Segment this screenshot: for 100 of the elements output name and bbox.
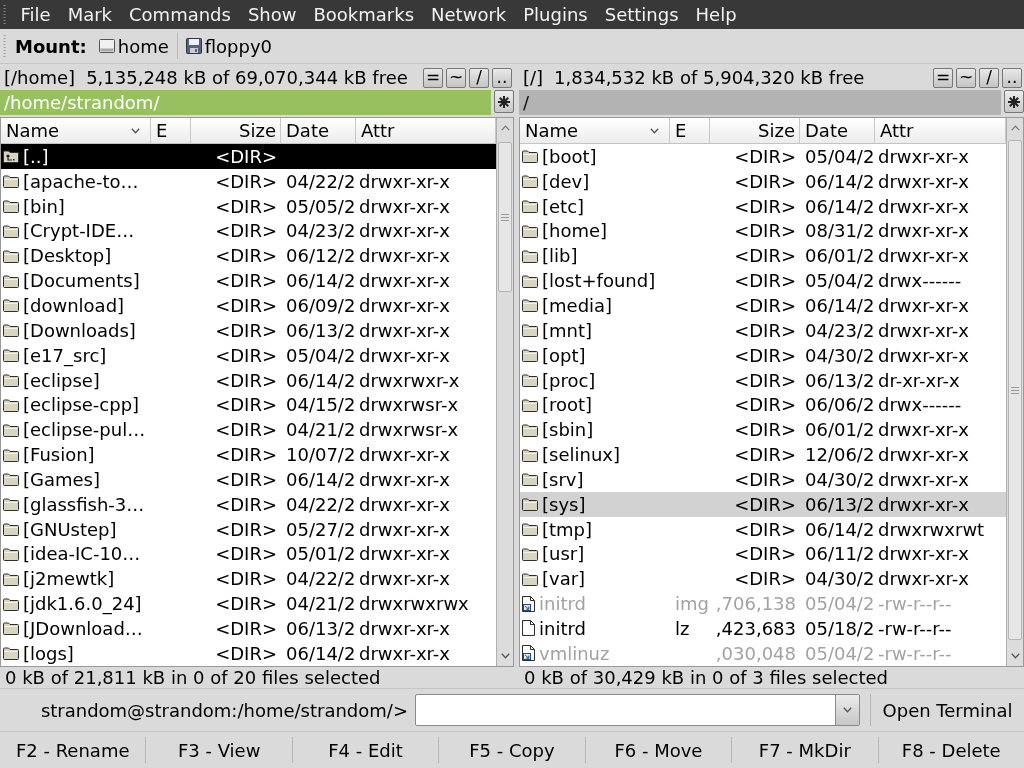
file-name: [lost+found]	[542, 270, 656, 292]
menu-item[interactable]: Help	[687, 0, 746, 29]
path-bar[interactable]: /	[519, 90, 1001, 115]
nav-button[interactable]: ..	[1002, 67, 1022, 88]
file-row[interactable]: [eclipse] <DIR> 06/14/2 drwxrwxr-x	[1, 367, 496, 393]
function-key-button[interactable]: F5 - Copy	[439, 732, 585, 768]
scrollbar-thumb[interactable]	[498, 142, 512, 292]
file-row[interactable]: [usr] <DIR> 06/11/2 drwxr-xr-x	[520, 541, 1006, 567]
file-attributes: drwxr-xr-x	[359, 444, 450, 466]
file-row[interactable]: [srv] <DIR> 04/30/2 drwxr-xr-x	[520, 466, 1006, 492]
folder-icon	[522, 348, 538, 363]
folder-icon	[522, 522, 538, 537]
file-row[interactable]: [Desktop] <DIR> 06/12/2 drwxr-xr-x	[1, 243, 496, 269]
file-row[interactable]: [dev] <DIR> 06/14/2 drwxr-xr-x	[520, 168, 1006, 194]
menu-item[interactable]: Bookmarks	[305, 0, 423, 29]
file-date: 05/05/2	[286, 195, 356, 217]
function-key-button[interactable]: F7 - MkDir	[732, 732, 878, 768]
file-row[interactable]: [media] <DIR> 06/14/2 drwxr-xr-x	[520, 293, 1006, 318]
column-header[interactable]: Size	[710, 118, 800, 143]
file-row[interactable]: [boot] <DIR> 05/04/2 drwxr-xr-x	[520, 144, 1006, 169]
nav-button[interactable]: ~	[446, 67, 466, 88]
column-header[interactable]: Size	[191, 118, 281, 143]
file-row[interactable]: [root] <DIR> 06/06/2 drwx------	[520, 392, 1006, 418]
file-row[interactable]: [e17_src] <DIR> 05/04/2 drwxr-xr-x	[1, 342, 496, 368]
nav-button[interactable]: ~	[956, 67, 976, 88]
menu-item[interactable]: Mark	[59, 0, 121, 29]
menu-item[interactable]: Commands	[120, 0, 240, 29]
function-key-button[interactable]: F8 - Delete	[878, 732, 1024, 768]
file-row[interactable]: [etc] <DIR> 06/14/2 drwxr-xr-x	[520, 193, 1006, 219]
drive-button[interactable]: home	[94, 31, 173, 61]
file-row[interactable]: [JDownload… <DIR> 06/13/2 drwxr-xr-x	[1, 616, 496, 641]
file-row[interactable]: [sbin] <DIR> 06/01/2 drwxr-xr-x	[520, 417, 1006, 443]
menu-item[interactable]: Plugins	[514, 0, 597, 29]
file-row[interactable]: [mnt] <DIR> 04/23/2 drwxr-xr-x	[520, 317, 1006, 343]
nav-button[interactable]: ..	[492, 67, 512, 88]
file-row[interactable]: [Games] <DIR> 06/14/2 drwxr-xr-x	[1, 466, 496, 492]
file-date: 04/23/2	[805, 319, 875, 341]
file-row[interactable]: [logs] <DIR> 06/14/2 drwxr-xr-x	[1, 640, 496, 666]
file-row[interactable]: [sys] <DIR> 06/13/2 drwxr-xr-x	[520, 491, 1006, 517]
drive-button[interactable]: floppy0	[181, 31, 277, 61]
open-terminal-button[interactable]: Open Terminal	[871, 690, 1024, 730]
file-row[interactable]: [j2mewtk] <DIR> 04/22/2 drwxr-xr-x	[1, 566, 496, 592]
file-row[interactable]: [lost+found] <DIR> 05/04/2 drwx------	[520, 268, 1006, 294]
file-size: <DIR>	[734, 295, 796, 316]
file-size: <DIR>	[215, 369, 277, 391]
file-row[interactable]: [glassfish-3… <DIR> 04/22/2 drwxr-xr-x	[1, 491, 496, 517]
file-attributes: drwxr-xr-x	[359, 518, 450, 540]
column-header[interactable]: E	[670, 118, 710, 143]
file-row[interactable]: [jdk1.6.0_24] <DIR> 04/21/2 drwxrwxrwx	[1, 591, 496, 617]
scrollbar[interactable]	[496, 118, 513, 666]
file-size: <DIR>	[734, 145, 796, 167]
shortcut-file-icon	[522, 595, 535, 612]
file-row[interactable]: [Documents] <DIR> 06/14/2 drwxr-xr-x	[1, 268, 496, 294]
function-key-button[interactable]: F3 - View	[146, 732, 292, 768]
nav-button[interactable]: =	[933, 67, 953, 88]
file-row[interactable]: [Fusion] <DIR> 10/07/2 drwxr-xr-x	[1, 442, 496, 467]
file-row[interactable]: [opt] <DIR> 04/30/2 drwxr-xr-x	[520, 342, 1006, 368]
path-menu-button[interactable]	[1004, 90, 1024, 113]
file-row[interactable]: [Downloads] <DIR> 06/13/2 drwxr-xr-x	[1, 317, 496, 343]
column-header[interactable]: Date	[281, 118, 356, 143]
scrollbar-thumb[interactable]	[1008, 140, 1022, 640]
file-row[interactable]: [Crypt-IDE… <DIR> 04/23/2 drwxr-xr-x	[1, 218, 496, 244]
path-menu-button[interactable]	[494, 90, 514, 113]
column-header[interactable]: Name	[520, 118, 670, 143]
file-name: [var]	[542, 568, 586, 590]
menu-item[interactable]: Network	[422, 0, 515, 29]
file-attributes: drwxr-xr-x	[878, 220, 969, 242]
column-header[interactable]: E	[151, 118, 191, 143]
menu-item[interactable]: Show	[239, 0, 305, 29]
file-row[interactable]: [selinux] <DIR> 12/06/2 drwxr-xr-x	[520, 442, 1006, 467]
file-row[interactable]: [eclipse-cpp] <DIR> 04/15/2 drwxrwsr-x	[1, 392, 496, 418]
file-row[interactable]: [var] <DIR> 04/30/2 drwxr-xr-x	[520, 566, 1006, 592]
column-header[interactable]: Name	[1, 118, 151, 143]
nav-button[interactable]: =	[423, 67, 443, 88]
nav-button[interactable]: /	[979, 67, 999, 88]
menu-item[interactable]: File	[12, 0, 60, 29]
file-row[interactable]: [eclipse-pul… <DIR> 04/21/2 drwxrwsr-x	[1, 417, 496, 443]
menu-item[interactable]: Settings	[596, 0, 688, 29]
function-key-button[interactable]: F6 - Move	[585, 732, 732, 768]
command-line-field[interactable]	[415, 694, 860, 726]
file-name: [Documents]	[23, 270, 140, 292]
scrollbar[interactable]	[1006, 118, 1023, 666]
column-header[interactable]: Date	[800, 118, 875, 143]
file-name: vmlinuz	[539, 642, 610, 664]
file-row[interactable]: [..] <DIR>	[1, 144, 496, 169]
file-row[interactable]: [download] <DIR> 06/09/2 drwxr-xr-x	[1, 293, 496, 318]
file-row[interactable]: [idea-IC-10… <DIR> 05/01/2 drwxr-xr-x	[1, 541, 496, 567]
file-attributes: drwxr-xr-x	[359, 295, 450, 316]
file-row[interactable]: [bin] <DIR> 05/05/2 drwxr-xr-x	[1, 193, 496, 219]
function-key-button[interactable]: F4 - Edit	[292, 732, 439, 768]
file-row[interactable]: [tmp] <DIR> 06/14/2 drwxrwxrwt	[520, 516, 1006, 542]
file-row[interactable]: [lib] <DIR> 06/01/2 drwxr-xr-x	[520, 243, 1006, 269]
file-row[interactable]: initrd lz ,423,683 05/18/2 -rw-r--r--	[520, 616, 1006, 641]
function-key-button[interactable]: F2 - Rename	[0, 732, 146, 768]
dropdown-button[interactable]	[835, 695, 859, 725]
file-row[interactable]: [home] <DIR> 08/31/2 drwxr-xr-x	[520, 218, 1006, 244]
file-row[interactable]: [apache-to… <DIR> 04/22/2 drwxr-xr-x	[1, 168, 496, 194]
nav-button[interactable]: /	[469, 67, 489, 88]
file-row[interactable]: [proc] <DIR> 06/13/2 dr-xr-xr-x	[520, 367, 1006, 393]
file-row[interactable]: [GNUstep] <DIR> 05/27/2 drwxr-xr-x	[1, 516, 496, 542]
